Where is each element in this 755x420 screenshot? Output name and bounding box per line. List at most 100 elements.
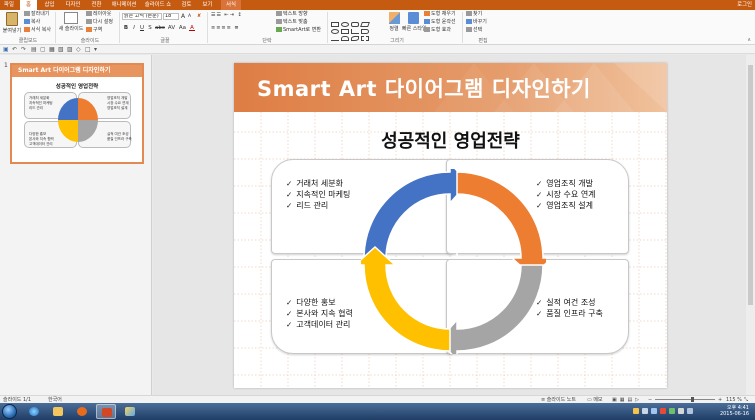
strikethrough-button[interactable]: abc — [155, 25, 165, 31]
network-icon[interactable] — [642, 408, 648, 414]
tray-icon[interactable] — [633, 408, 639, 414]
tab-slideshow[interactable]: 슬라이드 쇼 — [143, 0, 173, 10]
tab-transitions[interactable]: 전환 — [88, 0, 105, 10]
vertical-scrollbar-thumb[interactable] — [748, 65, 753, 305]
taskbar-clock[interactable]: 오후 4:41 2015-06-16 — [720, 405, 749, 417]
shape-dashed-icon[interactable] — [361, 36, 369, 41]
group-label-editing: 편집 — [478, 38, 488, 44]
shape-effects-button[interactable]: 도형 효과 — [424, 27, 451, 34]
shape-fill-button[interactable]: 도형 채우기 — [424, 11, 456, 18]
shape-circle-icon[interactable] — [331, 29, 339, 34]
text-direction-button[interactable]: 텍스트 방향 — [276, 11, 308, 18]
ime-icon[interactable] — [687, 408, 693, 414]
shape-fill-label: 도형 채우기 — [431, 11, 456, 17]
select-button[interactable]: 선택 — [466, 27, 482, 34]
account-sign-in[interactable]: 로그인 — [737, 0, 752, 10]
smartart-cycle-diagram[interactable]: 마케팅 지역관리 이벤트 물류관리 — [361, 169, 546, 354]
align-icons[interactable]: ≡≡≡≡ ≣ — [211, 25, 240, 32]
taskbar-ie[interactable] — [24, 404, 44, 419]
start-button[interactable] — [2, 404, 17, 419]
new-slide-button[interactable]: 새 슬라이드 — [58, 12, 84, 32]
shadow-button[interactable]: S — [147, 25, 153, 31]
tab-file[interactable]: 파일 — [0, 0, 18, 10]
undo-icon[interactable]: ↶ — [12, 46, 17, 53]
open-icon[interactable]: ▢ — [40, 46, 46, 53]
save-icon[interactable]: ▣ — [3, 46, 9, 53]
customize-qat-icon[interactable]: ▾ — [94, 46, 97, 53]
cycle-center — [413, 221, 493, 301]
shape-oval-icon[interactable] — [341, 22, 349, 27]
smartart-heading[interactable]: 성공적인 영업전략 — [234, 127, 667, 153]
shape-line-icon[interactable] — [351, 29, 359, 34]
slide-editing-area: Smart Art 다이어그램 디자인하기 성공적인 영업전략 거래처 세분화 … — [153, 55, 755, 395]
vertical-scrollbar[interactable] — [746, 55, 755, 395]
clear-format-icon[interactable]: ✘ — [197, 13, 201, 20]
slide-1[interactable]: Smart Art 다이어그램 디자인하기 성공적인 영업전략 거래처 세분화 … — [234, 63, 667, 388]
tab-home[interactable]: 홈 — [20, 0, 37, 10]
zoom-slider[interactable] — [655, 397, 715, 402]
section-label: 구역 — [93, 27, 103, 33]
taskbar-powerpoint[interactable] — [96, 404, 116, 419]
cut-button[interactable]: 잘라내기 — [24, 11, 49, 18]
collapse-ribbon-icon[interactable]: ∧ — [747, 37, 751, 43]
tab-animations[interactable]: 애니메이션 — [109, 0, 139, 10]
slideshow-start-icon[interactable]: ▤ — [31, 46, 37, 53]
find-button[interactable]: 찾기 — [466, 11, 482, 18]
quick-styles-button[interactable]: 빠른 스타일 — [402, 12, 427, 32]
shape-outline-button[interactable]: 도형 윤곽선 — [424, 19, 456, 26]
tray-alert-icon[interactable] — [660, 408, 666, 414]
change-case-button[interactable]: Aa — [178, 25, 187, 31]
reset-button[interactable]: 다시 설정 — [86, 19, 113, 26]
slide-thumbnail-1[interactable]: Smart Art 다이어그램 디자인하기 성공적인 영업전략 거래처 세분화 … — [10, 63, 144, 164]
underline-button[interactable]: U — [139, 25, 145, 31]
bold-button[interactable]: B — [123, 25, 129, 31]
zoom-slider-handle[interactable] — [690, 397, 694, 402]
shape-underline-icon[interactable] — [331, 36, 339, 41]
volume-icon[interactable] — [651, 408, 657, 414]
layout-button[interactable]: 레이아웃 — [86, 11, 111, 18]
shape-rect-icon[interactable] — [331, 22, 339, 27]
tray-app-icon[interactable] — [669, 408, 675, 414]
paste-button[interactable]: 붙여넣기 — [2, 12, 22, 34]
spelling-icon[interactable]: ▧ — [58, 46, 64, 53]
italic-button[interactable]: I — [131, 25, 137, 31]
font-size-select[interactable]: 18 — [163, 13, 179, 20]
taskbar-media[interactable] — [72, 404, 92, 419]
text-box-icon[interactable]: □ — [85, 46, 91, 53]
replace-button[interactable]: 바꾸기 — [466, 19, 487, 26]
copy-button[interactable]: 복사 — [24, 19, 40, 26]
align-text-button[interactable]: 텍스트 맞춤 — [276, 19, 308, 26]
shape-rounded-icon[interactable] — [351, 22, 359, 27]
tab-design[interactable]: 디자인 — [62, 0, 84, 10]
format-painter-button[interactable]: 서식 복사 — [24, 27, 51, 34]
redo-icon[interactable]: ↷ — [21, 46, 26, 53]
shapes-icon[interactable]: ◇ — [76, 46, 81, 53]
char-spacing-button[interactable]: AV — [167, 25, 176, 31]
shape-square-icon[interactable] — [341, 29, 349, 34]
taskbar-explorer[interactable] — [48, 404, 68, 419]
font-name-select[interactable]: 맑은 고딕 (본문) — [122, 13, 162, 20]
tab-view[interactable]: 보기 — [199, 0, 216, 10]
flag-icon[interactable] — [678, 408, 684, 414]
shape-arrow-icon[interactable] — [361, 29, 369, 34]
tab-insert[interactable]: 삽입 — [41, 0, 58, 10]
font-grow-button[interactable]: A — [181, 13, 185, 20]
convert-smartart-button[interactable]: SmartArt로 변환 — [276, 27, 321, 34]
shape-leaf-icon[interactable] — [351, 36, 359, 41]
section-button[interactable]: 구역 — [86, 27, 102, 34]
tab-review[interactable]: 검토 — [178, 0, 195, 10]
taskbar-paint[interactable] — [120, 404, 140, 419]
layout-label: 레이아웃 — [93, 11, 112, 17]
print-preview-icon[interactable]: ▦ — [49, 46, 55, 53]
slide-title[interactable]: Smart Art 다이어그램 디자인하기 — [257, 73, 591, 103]
font-shrink-button[interactable]: A — [188, 13, 191, 20]
layout-icon — [86, 11, 92, 16]
draw-table-icon[interactable]: ▨ — [67, 46, 73, 53]
tab-format[interactable]: 서식 — [221, 0, 241, 10]
font-color-button[interactable]: A — [189, 25, 195, 31]
shape-arc-icon[interactable] — [341, 36, 349, 41]
bullets-icon[interactable]: ☰☰ ⇤⇥ ↕ — [211, 12, 243, 19]
shape-parallelogram-icon[interactable] — [360, 22, 370, 27]
arrange-button[interactable]: 정렬 — [386, 12, 402, 32]
shape-gallery[interactable] — [331, 22, 385, 42]
